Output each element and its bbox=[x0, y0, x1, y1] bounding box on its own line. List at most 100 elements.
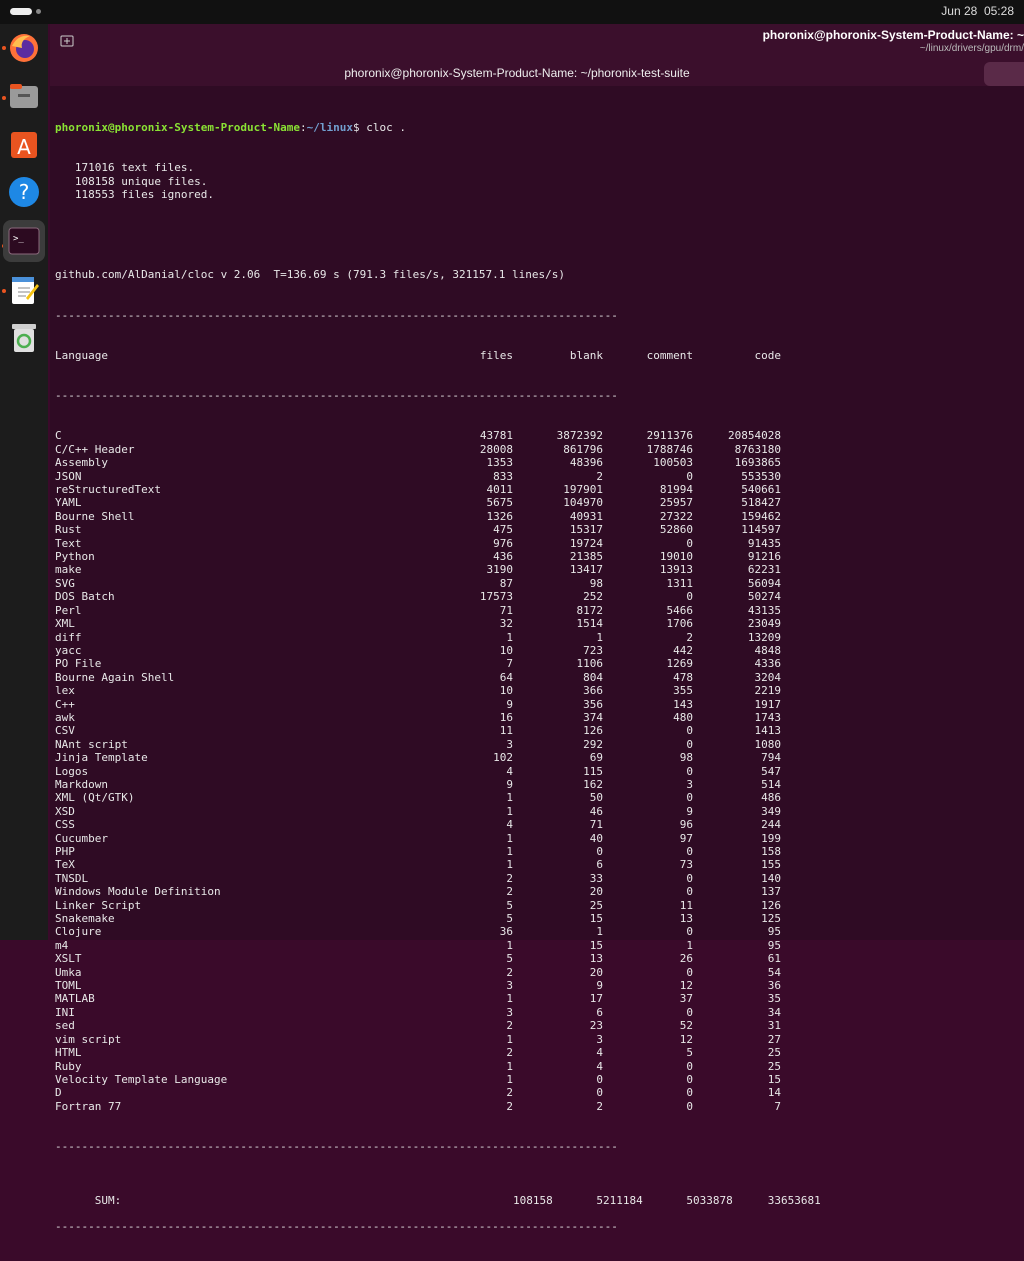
row-language: TNSDL bbox=[55, 871, 89, 885]
row-code: 518427 bbox=[741, 496, 781, 510]
table-row: Jinja Template 102 69 98 794 bbox=[55, 751, 1020, 764]
row-language: Logos bbox=[55, 764, 89, 778]
terminal-icon[interactable]: >_ bbox=[3, 220, 45, 262]
header-language: Language bbox=[55, 348, 108, 362]
row-code: 349 bbox=[761, 804, 781, 818]
terminal-output[interactable]: phoronix@phoronix-System-Product-Name:~/… bbox=[55, 94, 1020, 1261]
row-files: 43781 bbox=[479, 429, 513, 443]
row-code: 27 bbox=[767, 1032, 781, 1046]
row-files: 102 bbox=[493, 751, 513, 765]
row-blank: 3872392 bbox=[556, 429, 603, 443]
help-icon[interactable]: ? bbox=[6, 174, 42, 210]
row-language: PO File bbox=[55, 657, 102, 671]
row-files: 28008 bbox=[479, 442, 513, 456]
row-code: 43135 bbox=[747, 603, 781, 617]
row-language: CSS bbox=[55, 818, 75, 832]
tab-button[interactable] bbox=[984, 62, 1024, 86]
row-files: 3190 bbox=[486, 563, 514, 577]
row-code: 158 bbox=[761, 845, 781, 858]
row-code: 23049 bbox=[747, 617, 781, 631]
table-row: Bourne Shell 1326 40931 27322 159462 bbox=[55, 510, 1020, 523]
tab-title[interactable]: phoronix@phoronix-System-Product-Name: ~ bbox=[724, 28, 1024, 42]
row-language: YAML bbox=[55, 496, 82, 510]
row-blank: 104970 bbox=[563, 496, 603, 510]
row-language: vim script bbox=[55, 1032, 122, 1046]
table-row: yacc 10 723 442 4848 bbox=[55, 644, 1020, 657]
row-blank: 366 bbox=[583, 684, 603, 698]
table-row: m4 1 15 1 95 bbox=[55, 939, 1020, 952]
row-files: 1 bbox=[506, 938, 513, 952]
top-bar: Jun 28 05:28 bbox=[0, 0, 1024, 24]
row-blank: 115 bbox=[583, 764, 603, 778]
trash-icon[interactable] bbox=[6, 320, 42, 356]
new-tab-button[interactable] bbox=[60, 34, 78, 52]
row-files: 976 bbox=[493, 536, 513, 550]
row-language: TeX bbox=[55, 858, 75, 872]
table-row: XML 32 1514 1706 23049 bbox=[55, 617, 1020, 630]
row-blank: 0 bbox=[596, 1072, 603, 1086]
table-row: CSV 11 126 0 1413 bbox=[55, 724, 1020, 737]
workspace-indicator[interactable] bbox=[36, 9, 41, 14]
row-blank: 6 bbox=[596, 858, 603, 872]
row-files: 1353 bbox=[486, 456, 514, 470]
table-row: XML (Qt/GTK) 1 50 0 486 bbox=[55, 791, 1020, 804]
row-blank: 98 bbox=[589, 576, 603, 590]
row-comment: 5 bbox=[686, 1046, 693, 1060]
dock: A ? >_ bbox=[0, 24, 48, 940]
row-comment: 1 bbox=[686, 938, 693, 952]
activities-button[interactable] bbox=[10, 8, 32, 15]
row-blank: 6 bbox=[596, 1005, 603, 1019]
row-files: 10 bbox=[499, 643, 513, 657]
row-language: C bbox=[55, 429, 62, 443]
row-blank: 33 bbox=[589, 871, 603, 885]
row-language: awk bbox=[55, 710, 75, 724]
row-code: 8763180 bbox=[734, 442, 781, 456]
row-code: 137 bbox=[761, 885, 781, 899]
table-row: Cucumber 1 40 97 199 bbox=[55, 832, 1020, 845]
row-files: 4 bbox=[506, 764, 513, 778]
row-code: 7 bbox=[774, 1099, 781, 1113]
text-editor-icon[interactable] bbox=[6, 272, 42, 308]
row-comment: 0 bbox=[686, 737, 693, 751]
row-files: 1 bbox=[506, 845, 513, 858]
separator: ----------------------------------------… bbox=[55, 308, 618, 322]
row-blank: 0 bbox=[596, 845, 603, 858]
row-code: 2219 bbox=[754, 684, 782, 698]
row-comment: 1311 bbox=[666, 576, 694, 590]
table-row: make 3190 13417 13913 62231 bbox=[55, 563, 1020, 576]
row-blank: 1 bbox=[596, 925, 603, 939]
row-comment: 1706 bbox=[666, 617, 694, 631]
table-row: DOS Batch 17573 252 0 50274 bbox=[55, 590, 1020, 603]
row-comment: 1788746 bbox=[646, 442, 693, 456]
row-comment: 0 bbox=[686, 965, 693, 979]
app-center-icon[interactable]: A bbox=[6, 126, 42, 162]
firefox-icon[interactable] bbox=[6, 30, 42, 66]
row-blank: 20 bbox=[589, 885, 603, 899]
row-comment: 11 bbox=[679, 898, 693, 912]
row-language: NAnt script bbox=[55, 737, 128, 751]
row-files: 1 bbox=[506, 1072, 513, 1086]
row-files: 1 bbox=[506, 630, 513, 644]
row-files: 1 bbox=[506, 992, 513, 1006]
table-row: XSLT 5 13 26 61 bbox=[55, 952, 1020, 965]
row-blank: 1514 bbox=[576, 617, 604, 631]
row-blank: 48396 bbox=[569, 456, 603, 470]
row-blank: 374 bbox=[583, 710, 603, 724]
row-language: Cucumber bbox=[55, 831, 108, 845]
clock[interactable]: Jun 28 05:28 bbox=[941, 4, 1014, 18]
row-language: lex bbox=[55, 684, 75, 698]
row-language: Bourne Again Shell bbox=[55, 670, 175, 684]
row-comment: 0 bbox=[686, 1086, 693, 1100]
row-files: 2 bbox=[506, 871, 513, 885]
row-language: Clojure bbox=[55, 925, 102, 939]
row-blank: 15317 bbox=[569, 523, 603, 537]
table-row: vim script 1 3 12 27 bbox=[55, 1033, 1020, 1046]
row-comment: 2911376 bbox=[646, 429, 693, 443]
row-language: XML bbox=[55, 617, 75, 631]
row-code: 34 bbox=[767, 1005, 781, 1019]
files-icon[interactable] bbox=[6, 78, 42, 114]
table-row: awk 16 374 480 1743 bbox=[55, 711, 1020, 724]
row-language: Umka bbox=[55, 965, 82, 979]
row-comment: 0 bbox=[686, 845, 693, 858]
row-comment: 3 bbox=[686, 777, 693, 791]
